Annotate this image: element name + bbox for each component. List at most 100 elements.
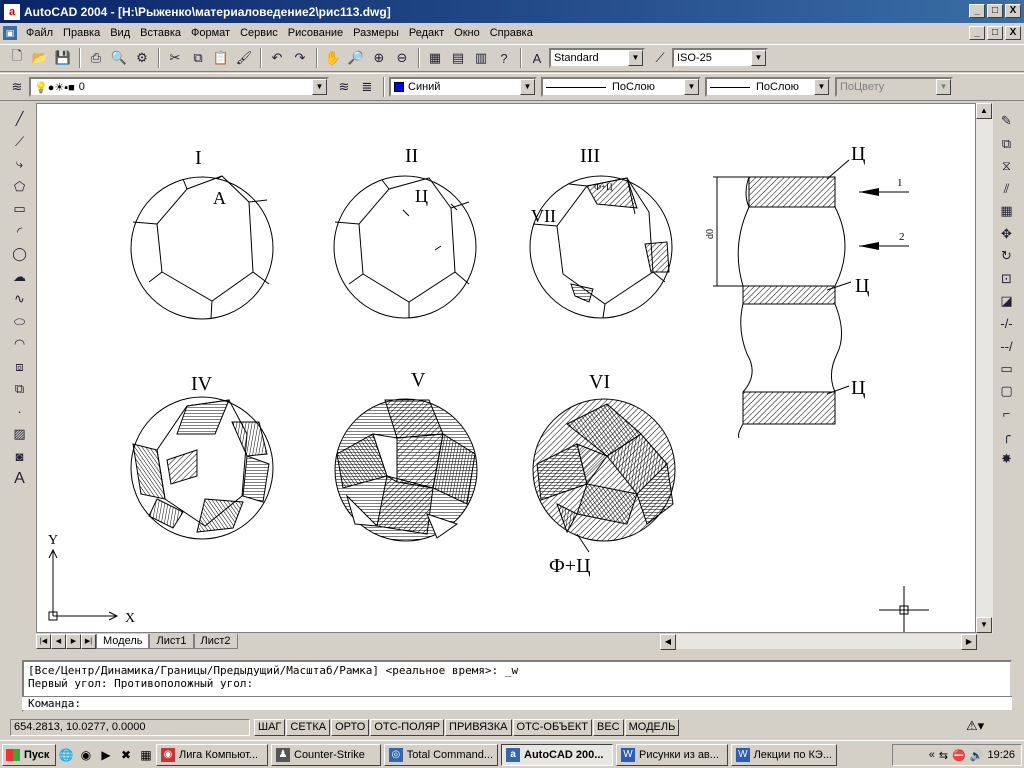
zoom-realtime-icon[interactable]: 🔎 [345,47,367,69]
first-tab-icon[interactable]: |◀ [36,634,51,649]
menu-window[interactable]: Окно [449,27,485,39]
construction-line-icon[interactable]: ⟋ [9,131,31,153]
redo-icon[interactable]: ↷ [289,47,311,69]
tray-network-icon[interactable]: ⇆ [939,749,948,762]
ellipse-icon[interactable]: ⬭ [9,311,31,333]
media-icon[interactable]: ◉ [77,746,95,764]
menu-help[interactable]: Справка [485,27,538,39]
command-input[interactable]: Команда: [22,696,1012,710]
cut-icon[interactable]: ✂ [164,47,186,69]
polygon-icon[interactable]: ⬠ [9,176,31,198]
text-style-select[interactable]: Standard ▼ [549,48,645,68]
save-icon[interactable]: 💾 [52,47,74,69]
break-at-point-icon[interactable]: ▭ [996,358,1018,380]
document-icon[interactable]: ▣ [3,26,17,40]
array-icon[interactable]: ▦ [996,200,1018,222]
start-button[interactable]: Пуск [2,743,56,766]
erase-icon[interactable]: ✎ [996,110,1018,132]
paste-icon[interactable]: 📋 [210,47,232,69]
autocad-app-icon[interactable]: a [4,3,20,20]
close-button[interactable]: X [1005,4,1021,18]
ie-icon[interactable]: 🌐 [57,746,75,764]
snap-button[interactable]: ШАГ [254,718,286,736]
pan-icon[interactable]: ✋ [322,47,344,69]
next-tab-icon[interactable]: ▶ [66,634,81,649]
scroll-down-icon[interactable]: ▼ [976,617,992,633]
print-icon[interactable]: ⎙ [85,47,107,69]
horizontal-scrollbar[interactable]: ◀ ▶ [660,634,977,650]
vertical-scrollbar[interactable]: ▲ ▼ [976,103,993,633]
clock[interactable]: 19:26 [987,749,1015,761]
chevron-down-icon[interactable]: ▼ [312,79,327,95]
task-button[interactable]: ◎ Total Command... [384,743,498,766]
scale-icon[interactable]: ⊡ [996,268,1018,290]
menu-file[interactable]: Файл [21,27,58,39]
prev-tab-icon[interactable]: ◀ [51,634,66,649]
last-tab-icon[interactable]: ▶| [81,634,96,649]
zoom-window-icon[interactable]: ⊕ [368,47,390,69]
circle-icon[interactable]: ◯ [9,243,31,265]
tab-model[interactable]: Модель [96,634,150,649]
tray-volume-icon[interactable]: 🔊 [970,749,984,762]
chevron-down-icon[interactable]: ▼ [520,79,535,95]
task-button[interactable]: ◉ Лига Компьют... [156,743,268,766]
line-icon[interactable]: ╱ [9,108,31,130]
player-icon[interactable]: ▶ [97,746,115,764]
menu-dimension[interactable]: Размеры [348,27,404,39]
dim-style-select[interactable]: ISO-25 ▼ [672,48,768,68]
print-preview-icon[interactable]: 🔍 [108,47,130,69]
scroll-left-icon[interactable]: ◀ [660,634,676,650]
drawing-canvas[interactable]: I A II Ц III Ф+Ц VII IV V VI Ф+Ц d0 Ц Ц … [36,103,976,633]
break-icon[interactable]: ▢ [996,380,1018,402]
menu-tools[interactable]: Сервис [235,27,283,39]
osnap-button[interactable]: ПРИВЯЗКА [445,718,512,736]
task-button[interactable]: a AutoCAD 200... [501,743,613,766]
extend-icon[interactable]: --/ [996,335,1018,357]
trim-icon[interactable]: -/- [996,313,1018,335]
chevron-down-icon[interactable]: ▼ [628,50,643,66]
publish-icon[interactable]: ⚙ [131,47,153,69]
chamfer-icon[interactable]: ⌐ [996,403,1018,425]
model-button[interactable]: МОДЕЛЬ [624,718,680,736]
layer-previous-icon[interactable]: ≣ [356,76,378,98]
help-icon[interactable]: ? [493,47,515,69]
point-icon[interactable]: · [9,401,31,423]
layer-manager-icon[interactable]: ≋ [6,76,28,98]
chevron-down-icon[interactable]: ▼ [814,79,829,95]
menu-modify[interactable]: Редакт [404,27,449,39]
task-button[interactable]: W Рисунки из ав... [616,743,728,766]
dim-style-icon[interactable]: ⟋ [649,47,671,69]
menu-view[interactable]: Вид [105,27,135,39]
offset-icon[interactable]: ⫽ [996,178,1018,200]
scroll-right-icon[interactable]: ▶ [961,634,977,650]
desktop-icon[interactable]: ▦ [137,746,155,764]
ortho-button[interactable]: ОРТО [331,718,370,736]
task-button[interactable]: W Лекции по КЭ... [731,743,837,766]
revision-cloud-icon[interactable]: ☁ [9,266,31,288]
comm-center-icon[interactable]: ⚠▾ [966,718,984,734]
multiline-text-icon[interactable]: A [9,468,31,490]
menu-insert[interactable]: Вставка [135,27,186,39]
doc-minimize-button[interactable]: _ [969,26,985,40]
tab-sheet1[interactable]: Лист1 [149,634,194,649]
chevron-down-icon[interactable]: ▼ [684,79,699,95]
menu-format[interactable]: Формат [186,27,235,39]
undo-icon[interactable]: ↶ [266,47,288,69]
properties-icon[interactable]: ▦ [424,47,446,69]
ellipse-arc-icon[interactable]: ◠ [9,333,31,355]
minimize-button[interactable]: _ [969,4,985,18]
design-center-icon[interactable]: ▤ [447,47,469,69]
zoom-previous-icon[interactable]: ⊖ [391,47,413,69]
layer-select[interactable]: 💡●☀▪■ 0 ▼ [29,77,329,97]
tray-expand-icon[interactable]: « [929,749,935,761]
tool-palettes-icon[interactable]: ▥ [470,47,492,69]
lineweight-button[interactable]: ВЕС [592,718,624,736]
match-properties-icon[interactable]: 🖌 [233,47,255,69]
insert-block-icon[interactable]: ⧈ [9,356,31,378]
color-select[interactable]: Синий ▼ [389,77,537,97]
chevron-down-icon[interactable]: ▼ [751,50,766,66]
menu-edit[interactable]: Правка [58,27,105,39]
region-icon[interactable]: ◙ [9,446,31,468]
copy-object-icon[interactable]: ⧉ [996,133,1018,155]
menu-draw[interactable]: Рисование [283,27,348,39]
